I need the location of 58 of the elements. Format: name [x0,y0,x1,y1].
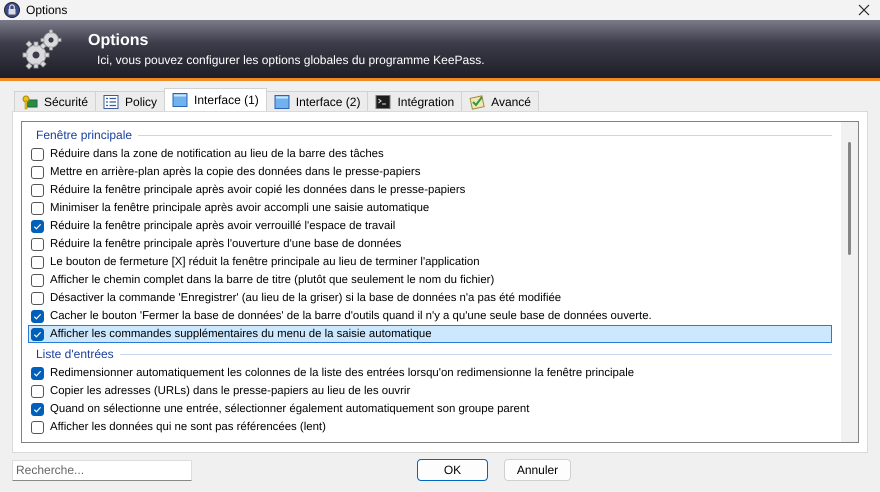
option-item[interactable]: Quand on sélectionne une entrée, sélectionner également automatiquement son groupe parent [28,400,832,418]
tab[interactable]: Interface (1) [164,88,267,111]
checkbox[interactable] [31,384,44,398]
checkbox[interactable] [31,148,44,160]
window-icon [274,94,290,110]
option-item[interactable]: Réduire la fenêtre principale après avoir copié les données dans le presse-papiers [28,181,832,199]
checkbox[interactable] [31,292,44,304]
tab[interactable]: Policy [95,91,166,111]
option-item[interactable]: Cacher le bouton 'Fermer la base de données' de la barre d'outils quand il n'y a qu'une seule base de données ouverte. [28,307,832,325]
group-header: Liste d'entrées [36,347,114,361]
checkbox[interactable] [31,328,44,340]
checkbox[interactable] [31,166,44,178]
list-icon [103,94,120,110]
checkmark-icon [33,404,42,414]
option-item[interactable]: Réduire la fenêtre principale après l'ouverture d'une base de données [28,235,832,253]
gears-icon [20,27,64,71]
option-item[interactable]: Copier les adresses (URLs) dans le presse-papiers au lieu de les ouvrir [28,382,832,400]
banner-title: Options [88,32,150,50]
search-field[interactable]: Recherche... [12,460,192,480]
option-item[interactable]: Redimensionner automatiquement les colonnes de la liste des entrées lorsqu'on redimensionne la fenêtre principale [28,364,832,382]
checkbox[interactable] [31,420,44,434]
ok-button[interactable]: OK [417,459,488,481]
group-header: Fenêtre principale [36,128,132,142]
option-item[interactable]: Réduire la fenêtre principale après avoir verrouillé l'espace de travail [28,217,832,235]
checkbox[interactable] [31,238,44,250]
option-item[interactable]: Afficher les commandes supplémentaires du menu de la saisie automatique [28,325,832,343]
option-item[interactable]: Minimiser la fenêtre principale après avoir accompli une saisie automatique [28,199,832,217]
tab[interactable]: Avancé [461,91,539,111]
checkbox[interactable] [31,202,44,214]
option-item[interactable]: Afficher les données qui ne sont pas référencées (lent) [28,418,832,436]
checkbox[interactable] [31,256,44,268]
option-item[interactable]: Afficher le chemin complet dans la barre de titre (plutôt que seulement le nom du fichier) [28,271,832,289]
console-icon [375,94,392,110]
window-icon [172,92,188,108]
checkbox[interactable] [31,366,44,380]
checkbox[interactable] [31,274,44,286]
scrollbar-thumb[interactable] [848,142,851,255]
checkbox[interactable] [31,310,44,322]
checklist-icon [469,94,486,110]
checkbox[interactable] [31,184,44,196]
window-title: Options [26,3,68,17]
cancel-button[interactable]: Annuler [504,459,571,481]
close-icon[interactable] [858,4,870,16]
option-item[interactable]: Désactiver la commande 'Enregistrer' (au lieu de la griser) si la base de données n'a pas été modifiée [28,289,832,307]
checkmark-icon [33,368,42,378]
checkmark-icon [33,222,42,230]
scrollbar[interactable] [840,122,858,442]
checkbox[interactable] [31,402,44,416]
tab[interactable]: Sécurité [14,91,96,111]
banner-subtitle: Ici, vous pouvez configurer les options globales du programme KeePass. [96,52,485,66]
option-item[interactable]: Le bouton de fermeture [X] réduit la fenêtre principale au lieu de terminer l'application [28,253,832,271]
lock-icon [4,2,20,18]
option-item[interactable]: Mettre en arrière-plan après la copie des données dans le presse-papiers [28,163,832,181]
option-item[interactable]: Réduire dans la zone de notification au lieu de la barre des tâches [28,145,832,163]
tab[interactable]: Intégration [367,91,462,111]
key-icon [22,94,38,110]
checkbox[interactable] [31,220,44,232]
tab[interactable]: Interface (2) [266,91,368,111]
